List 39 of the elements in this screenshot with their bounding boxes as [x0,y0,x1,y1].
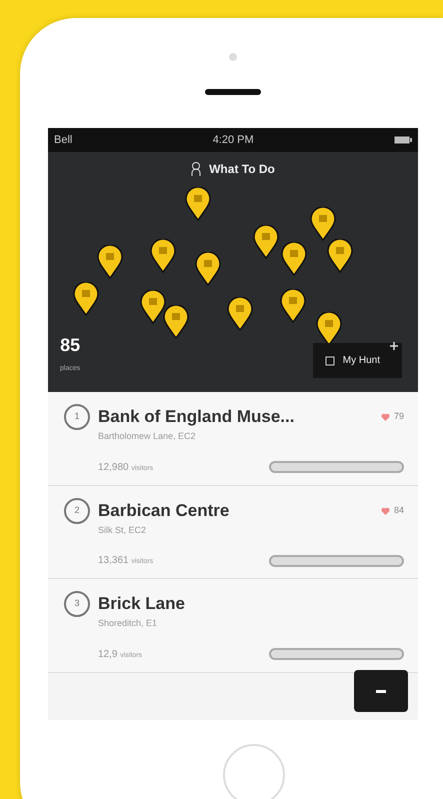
map-pin-icon[interactable] [194,252,222,286]
rank-number: 1 [64,404,90,430]
map-pin-icon[interactable] [96,245,124,279]
map-pin-icon[interactable] [252,225,280,259]
map-pin-icon[interactable] [72,282,100,316]
map-pin-icon[interactable] [149,239,177,273]
map-title: What To Do [209,161,275,178]
map-pin-icon[interactable] [184,187,212,221]
person-icon [191,162,202,176]
place-address: Bartholomew Lane, EC2 [98,430,197,443]
map-pin-icon[interactable] [326,239,354,273]
status-time: 4:20 PM [212,132,254,148]
battery-icon [394,136,412,144]
like-count: 84 [394,504,404,517]
map-pin-icon[interactable] [139,290,167,324]
like-count: 79 [394,410,404,424]
map-pin-icon[interactable] [226,297,254,331]
rank-number: 2 [64,498,90,524]
place-address: Shoreditch, E1 [98,617,158,630]
scroll-button[interactable] [354,670,408,712]
minus-icon [376,690,386,692]
map-pin-icon[interactable] [162,305,190,339]
place-name: Barbican Centre [98,500,230,522]
plus-icon[interactable] [390,342,398,350]
map-pin-icon[interactable] [315,312,343,346]
heart-icon [380,506,390,514]
camera-dot [229,53,237,61]
map-pin-icon[interactable] [280,242,308,276]
carrier-name: Bell [54,132,72,148]
map-pin-icon[interactable] [279,289,307,323]
map-pin-icon[interactable] [309,207,337,241]
my-hunt-button[interactable]: My Hunt [312,343,402,378]
rank-number: 3 [64,591,90,617]
result-count: 85 [60,336,80,354]
place-name: Brick Lane [98,593,185,616]
place-name: Bank of England Muse... [98,406,294,428]
speaker-grille [205,89,261,95]
place-address: Silk St, EC2 [98,524,148,536]
heart-icon [380,413,390,421]
